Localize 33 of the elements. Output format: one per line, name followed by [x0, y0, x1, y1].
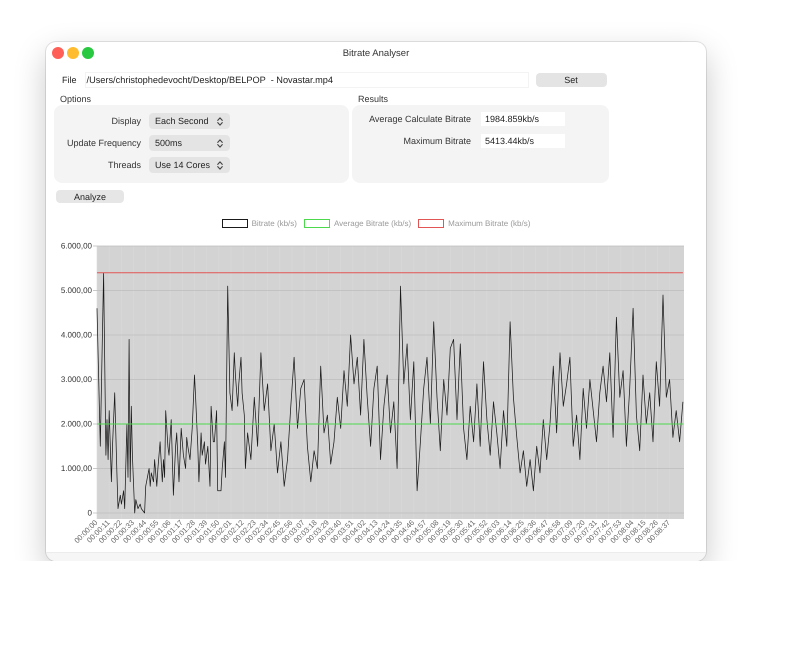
result-value-field[interactable]: 1984.859kb/s	[481, 112, 565, 126]
file-label: File	[62, 75, 77, 85]
results-heading: Results	[358, 93, 388, 105]
legend-label: Average Bitrate (kb/s)	[334, 218, 412, 228]
chevron-up-down-icon	[217, 160, 223, 170]
y-axis-label: 1.000,00	[60, 464, 92, 473]
window-title: Bitrate Analyser	[342, 48, 410, 58]
y-axis-label: 0	[88, 508, 92, 518]
option-label: Display	[111, 116, 141, 126]
y-axis-label: 3.000,00	[60, 375, 92, 384]
option-popup-button[interactable]: Use 14 Cores	[149, 157, 230, 173]
options-heading: Options	[60, 93, 92, 105]
y-axis-label: 6.000,00	[60, 242, 92, 250]
minimize-button[interactable]	[67, 47, 79, 59]
y-axis-label: 2.000,00	[60, 420, 92, 428]
legend-label: Maximum Bitrate (kb/s)	[448, 218, 530, 228]
maximize-button[interactable]	[82, 47, 94, 59]
legend-label: Bitrate (kb/s)	[252, 218, 297, 228]
option-label: Update Frequency	[66, 138, 141, 148]
option-label: Threads	[108, 160, 141, 170]
result-label: Maximum Bitrate	[403, 136, 471, 146]
chevron-up-down-icon	[217, 116, 223, 126]
option-popup-button[interactable]: Each Second	[149, 113, 230, 129]
result-label: Average Calculate Bitrate	[369, 114, 471, 124]
y-axis-label: 5.000,00	[60, 286, 92, 295]
y-axis-label: 4.000,00	[60, 330, 92, 340]
option-popup-button[interactable]: 500ms	[149, 135, 230, 151]
set-button[interactable]: Set	[536, 73, 607, 87]
analyze-button[interactable]: Analyze	[56, 190, 124, 203]
chevron-up-down-icon	[217, 138, 223, 148]
close-button[interactable]	[52, 47, 64, 59]
result-value-field[interactable]: 5413.44kb/s	[481, 134, 565, 148]
file-path-field[interactable]: /Users/christophedevocht/Desktop/BELPOP - Novastar.mp4	[84, 72, 529, 88]
